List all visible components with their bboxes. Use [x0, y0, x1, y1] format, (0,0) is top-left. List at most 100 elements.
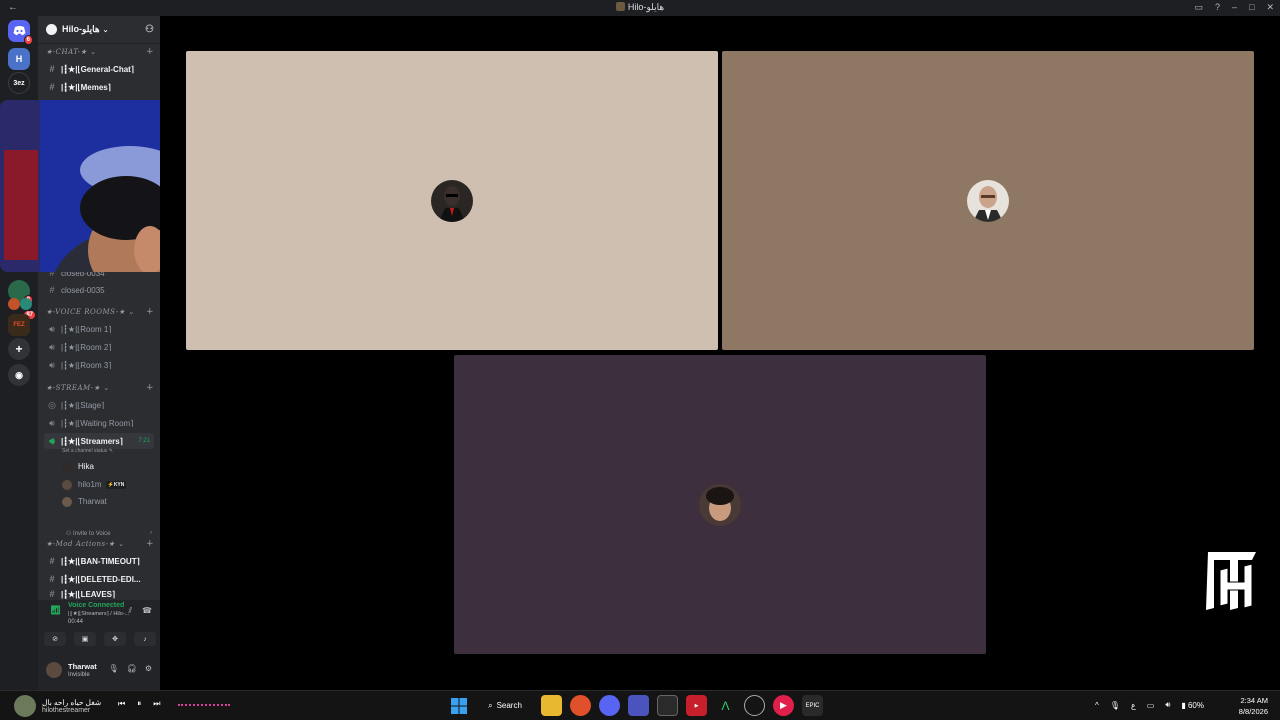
hash-icon: #: [49, 64, 55, 74]
speaker-icon: 🔊︎: [49, 323, 55, 334]
store-icon[interactable]: [657, 695, 678, 716]
server-hilo-icon[interactable]: H: [8, 48, 30, 70]
window-title: Hilo-هايلو: [0, 2, 1280, 13]
server-orange-icon[interactable]: [8, 298, 20, 310]
window-controls: ▭ ? – □ ✕: [1194, 2, 1274, 13]
channel-room-1[interactable]: 🔊︎ |┇★|⌊Room 1⌉: [44, 321, 154, 337]
avatar[interactable]: [46, 662, 62, 678]
hash-icon: #: [49, 285, 55, 295]
channel-room-2[interactable]: 🔊︎ |┇★|⌊Room 2⌉: [44, 339, 154, 355]
maximize-button[interactable]: □: [1249, 2, 1254, 13]
minimize-button[interactable]: –: [1232, 2, 1237, 13]
server-teal-icon[interactable]: 87: [20, 298, 36, 320]
channel-ban-timeout[interactable]: # |┇★|⌊BAN-TIMEOUT⌉: [44, 553, 154, 569]
hash-icon: #: [49, 589, 55, 599]
title-bar: ← Hilo-هايلو ▭ ? – □ ✕: [0, 0, 1280, 16]
add-server-icon[interactable]: +: [8, 338, 30, 360]
obs-icon[interactable]: [744, 695, 765, 716]
settings-gear-icon[interactable]: ⚙: [145, 664, 152, 673]
epic-games-icon[interactable]: EPIC: [802, 695, 823, 716]
help-icon[interactable]: ?: [1215, 2, 1220, 13]
voice-member-tharwat[interactable]: Tharwat: [62, 494, 154, 509]
network-icon[interactable]: ▭: [1147, 701, 1155, 710]
channel-closed-0035[interactable]: # closed-0035: [44, 282, 154, 298]
channel-deleted-edited[interactable]: # |┇★|⌊DELETED-EDI...: [44, 571, 154, 587]
discord-taskbar-icon[interactable]: [599, 695, 620, 716]
voice-status[interactable]: Voice Connected: [68, 602, 124, 609]
category-stream[interactable]: ★-STREAM-★ ⌄ +: [46, 383, 154, 393]
channel-streamers[interactable]: 🔊︎ |┇★|⌊Streamers⌉ 7:21: [44, 433, 154, 449]
voice-stage: [160, 16, 1280, 690]
speaker-icon: 🔊︎: [49, 435, 55, 446]
category-chat[interactable]: ★-CHAT-★ ⌄ +: [46, 47, 154, 57]
add-channel-icon[interactable]: +: [146, 539, 154, 549]
server-header[interactable]: Hilo-هايلو ⌄ ⚇: [38, 16, 160, 44]
add-member-icon[interactable]: ⚇: [145, 24, 154, 35]
volume-icon[interactable]: 🔊︎: [1165, 700, 1170, 710]
category-voice-rooms[interactable]: ★-VOICE ROOMS-★ ⌄ +: [46, 307, 154, 317]
nvidia-icon[interactable]: Λ: [715, 695, 736, 716]
disconnect-icon[interactable]: ☎: [142, 606, 152, 616]
add-channel-icon[interactable]: +: [146, 47, 154, 57]
discover-icon[interactable]: ◉: [8, 364, 30, 386]
username[interactable]: Tharwat: [68, 662, 97, 671]
channel-memes[interactable]: # |┇★|⌊Memes⌉: [44, 79, 154, 95]
channel-leaves[interactable]: # |┇★|⌊LEAVES⌉: [44, 589, 154, 599]
search-icon: ⌕: [488, 700, 493, 710]
inbox-icon[interactable]: ▭: [1194, 2, 1203, 13]
headphones-icon[interactable]: 🎧︎: [127, 664, 137, 673]
signal-icon[interactable]: 📶︎: [50, 605, 61, 616]
battery-icon[interactable]: ▮ 60%: [1181, 701, 1204, 710]
server-3ez-icon[interactable]: 3ez: [8, 72, 30, 94]
channel-room-3[interactable]: 🔊︎ |┇★|⌊Room 3⌉: [44, 357, 154, 373]
chevron-right-icon: ›: [150, 530, 152, 536]
pause-icon[interactable]: ⏸︎: [137, 699, 141, 709]
participant-tile[interactable]: [186, 51, 718, 350]
media-thumbnail: [14, 695, 36, 717]
activities-icon[interactable]: ✥: [104, 632, 126, 646]
voice-member-hika[interactable]: Hika: [62, 459, 154, 474]
music-app-icon[interactable]: ▶: [773, 695, 794, 716]
microphone-tray-icon[interactable]: 🎙︎: [1110, 701, 1120, 710]
user-status: Invisible: [68, 672, 90, 678]
clock[interactable]: 2:34 AM 8/8/2026: [1239, 695, 1268, 717]
noise-suppression-icon[interactable]: ⫽: [128, 606, 132, 616]
teams-icon[interactable]: [628, 695, 649, 716]
close-button[interactable]: ✕: [1266, 2, 1274, 13]
brave-browser-icon[interactable]: [570, 695, 591, 716]
channel-general-chat[interactable]: # |┇★|⌊General-Chat⌉: [44, 61, 154, 77]
screen-share-icon[interactable]: ▣: [74, 632, 96, 646]
next-track-icon[interactable]: ⏭︎: [153, 699, 160, 709]
media-widget[interactable]: شغل حياه راحه بال hilothestreamer: [14, 695, 101, 717]
invite-to-voice[interactable]: ⚇ Invite to Voice ›: [66, 530, 152, 537]
add-channel-icon[interactable]: +: [146, 307, 154, 317]
chevron-up-icon[interactable]: ^: [1095, 701, 1099, 710]
voice-member-hilo1m[interactable]: hilo1m ⚡KYN: [62, 477, 154, 492]
voice-connection-panel: 📶︎ Voice Connected |┇★|⌊Streamers⌉ / Hil…: [38, 600, 160, 654]
stage-icon: ◎: [48, 399, 56, 410]
windows-start-icon[interactable]: [448, 695, 469, 716]
microphone-icon[interactable]: 🎙︎: [109, 664, 119, 673]
dm-badge: 6: [23, 35, 33, 45]
discord-home-icon[interactable]: 6: [8, 20, 33, 45]
server-icon: [615, 2, 625, 11]
media-title: شغل حياه راحه بال: [42, 698, 102, 707]
audio-wave-indicator: [178, 704, 230, 707]
category-mod-actions[interactable]: ★-Mod Actions-★ ⌄ +: [46, 539, 154, 549]
media-controls: ⏮︎ ⏸︎ ⏭︎: [118, 699, 160, 709]
video-editor-icon[interactable]: ▶: [686, 695, 707, 716]
soundboard-icon[interactable]: ♪: [134, 632, 156, 646]
search-button[interactable]: ⌕ Search: [477, 695, 533, 716]
file-explorer-icon[interactable]: [541, 695, 562, 716]
channel-stage[interactable]: ◎ |┇★|⌊Stage⌉: [44, 397, 154, 413]
participant-tile[interactable]: [722, 51, 1254, 350]
voice-top-controls: ⫽ ☎: [128, 606, 152, 616]
server-fez-icon[interactable]: FEZ: [8, 314, 30, 336]
input-language[interactable]: ع: [1131, 701, 1136, 710]
participant-tile[interactable]: [454, 355, 986, 654]
camera-off-icon[interactable]: ⊘: [44, 632, 66, 646]
channel-waiting-room[interactable]: 🔊︎ |┇★|⌊Waiting Room⌉: [44, 415, 154, 431]
previous-track-icon[interactable]: ⏮︎: [118, 699, 125, 709]
add-channel-icon[interactable]: +: [146, 383, 154, 393]
channel-status-hint[interactable]: Set a channel status ✎: [62, 448, 113, 454]
